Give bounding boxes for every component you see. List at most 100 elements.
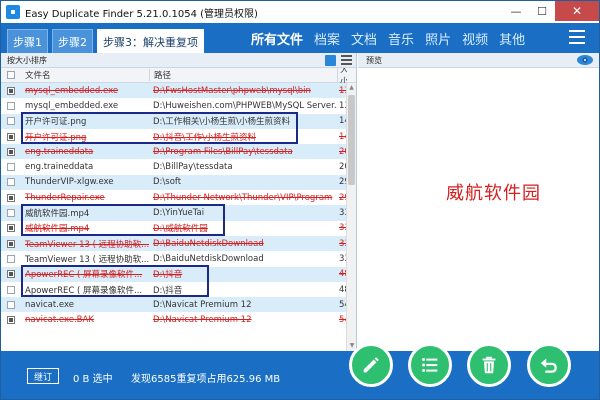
select-all-checkbox[interactable]	[7, 71, 15, 79]
continue-button[interactable]: 继订	[27, 368, 60, 384]
close-button[interactable]: ✕	[555, 1, 599, 21]
row-checkbox[interactable]	[7, 178, 15, 187]
step-1-tab[interactable]: 步骤1	[7, 29, 48, 53]
pencil-icon	[363, 357, 379, 373]
table-row[interactable]: 开户许可证.pngD:\工作相关\小杨生煎\小杨生煎资料14	[1, 113, 347, 129]
row-checkbox[interactable]	[7, 163, 15, 172]
row-file-path: D:\威航软件园	[153, 224, 208, 235]
row-checkbox[interactable]	[7, 316, 15, 325]
table-row[interactable]: 威航软件园.mp4D:\威航软件园33	[1, 221, 347, 236]
row-checkbox[interactable]	[7, 193, 15, 202]
category-photos[interactable]: 照片	[425, 29, 451, 48]
table-row[interactable]: ThunderVIP-xlgw.exeD:\soft29	[1, 174, 347, 191]
table-row[interactable]: navicat.exe.BAKD:\Navicat Premium 1254	[1, 312, 347, 327]
sort-bar: 按大小排序	[1, 53, 356, 68]
table-row[interactable]: 威航软件园.mp4D:\YinYueTai33	[1, 205, 347, 221]
column-path[interactable]: 路径	[149, 69, 337, 81]
undo-button[interactable]	[527, 343, 571, 387]
edit-button[interactable]	[349, 343, 393, 387]
row-file-name: ThunderVIP-xlgw.exe	[25, 177, 114, 188]
category-archives[interactable]: 档案	[314, 29, 340, 48]
main-header: 步骤1 步骤2 步骤3：解决重复项 所有文件 档案 文档 音乐 照片 视频 其他	[1, 23, 599, 53]
row-checkbox[interactable]	[7, 270, 15, 279]
row-checkbox[interactable]	[7, 239, 15, 248]
category-tabs: 所有文件 档案 文档 音乐 照片 视频 其他	[251, 23, 525, 53]
row-file-name: eng.traineddata	[25, 146, 94, 157]
row-file-name: TeamViewer 13 ( 远程协助软...	[25, 239, 149, 250]
row-file-path: D:\抖音\工作\小杨生煎资料	[153, 132, 257, 143]
table-row[interactable]: ApowerREC ( 屏幕录像软件...D:\抖音48	[1, 266, 347, 282]
row-file-name: mysql_embedded.exe	[25, 100, 119, 111]
minimize-button[interactable]: —	[503, 1, 529, 21]
category-videos[interactable]: 视频	[462, 29, 488, 48]
step-2-tab[interactable]: 步骤2	[52, 29, 93, 53]
row-checkbox[interactable]	[7, 117, 15, 126]
results-panel: 按大小排序 文件名 路径 大小 mysql_embedded.exe D:\Fws…	[1, 53, 357, 351]
row-file-path: D:\Thunder Network\Thunder\VIP\Program	[153, 192, 333, 203]
list-view-icon[interactable]	[341, 55, 352, 66]
category-all-files[interactable]: 所有文件	[251, 29, 303, 48]
delete-button[interactable]	[467, 343, 511, 387]
row-checkbox[interactable]	[7, 101, 15, 110]
table-row[interactable]: TeamViewer 13 ( 远程协助软... D:\BaiduNetdiskD…	[1, 235, 347, 252]
row-checkbox[interactable]	[7, 300, 15, 309]
row-file-name: 开户许可证.png	[25, 132, 87, 143]
row-file-path: D:\FwsHostMaster\phpweb\mysql\bin	[153, 85, 311, 96]
row-file-path: D:\抖音	[153, 270, 183, 281]
row-file-path: D:\Navicat Premium 12	[153, 315, 252, 326]
undo-icon	[540, 358, 557, 373]
watermark-text: 威航软件园	[446, 183, 541, 204]
row-file-path: D:\Program Files\BillPay\tessdata	[153, 146, 293, 157]
table-row[interactable]: mysql_embedded.exe D:\Huweishen.com\PHPWE…	[1, 98, 347, 113]
row-checkbox[interactable]	[7, 224, 15, 233]
table-row[interactable]: mysql_embedded.exe D:\FwsHostMaster\phpwe…	[1, 83, 347, 99]
grid-view-icon[interactable]	[325, 55, 336, 66]
table-row[interactable]: navicat.exeD:\Navicat Premium 1254	[1, 297, 347, 313]
row-checkbox[interactable]	[7, 254, 15, 263]
row-file-name: 开户许可证.png	[25, 117, 87, 128]
row-checkbox[interactable]	[7, 285, 15, 294]
column-header: 文件名 路径 大小	[1, 63, 356, 87]
found-summary-text: 发现6585重复项占用625.96 MB	[131, 374, 281, 385]
window-controls: — ☐ ✕	[503, 1, 599, 21]
file-list: mysql_embedded.exe D:\FwsHostMaster\phpwe…	[1, 83, 347, 328]
selected-size-text: 0 B 选中	[73, 374, 113, 385]
table-row[interactable]: 开户许可证.pngD:\抖音\工作\小杨生煎资料14	[1, 129, 347, 144]
row-file-name: mysql_embedded.exe	[25, 85, 119, 96]
column-name[interactable]: 文件名	[21, 69, 149, 81]
scroll-up-arrow[interactable]: ▲	[347, 83, 356, 93]
row-checkbox[interactable]	[7, 132, 15, 141]
row-file-path: D:\BaiduNetdiskDownload	[153, 238, 264, 249]
preview-bar: 预览	[358, 53, 599, 68]
category-other[interactable]: 其他	[499, 29, 525, 48]
maximize-button[interactable]: ☐	[529, 1, 555, 21]
category-documents[interactable]: 文档	[351, 29, 377, 48]
row-file-name: navicat.exe.BAK	[25, 315, 94, 326]
table-row[interactable]: ApowerREC ( 屏幕录像软件...D:\抖音48	[1, 282, 347, 297]
row-file-name: 威航软件园.mp4	[25, 209, 90, 220]
category-music[interactable]: 音乐	[388, 29, 414, 48]
step-3-tab[interactable]: 步骤3：解决重复项	[97, 29, 204, 53]
row-file-name: navicat.exe	[25, 299, 74, 310]
menu-icon[interactable]	[569, 30, 585, 44]
trash-icon	[482, 356, 496, 374]
row-file-name: TeamViewer 13 ( 远程协助软...	[25, 254, 149, 265]
row-file-name: ApowerREC ( 屏幕录像软件...	[25, 270, 143, 281]
step-tabs: 步骤1 步骤2 步骤3：解决重复项	[7, 29, 204, 53]
table-row[interactable]: TeamViewer 13 ( 远程协助软... D:\BaiduNetdiskD…	[1, 251, 347, 266]
table-row[interactable]: ThunderRepair.exe D:\Thunder Network\Thun…	[1, 190, 347, 205]
scroll-thumb[interactable]	[348, 95, 355, 185]
list-action-button[interactable]	[408, 343, 452, 387]
eye-icon[interactable]	[577, 55, 593, 65]
sort-label[interactable]: 按大小排序	[7, 55, 47, 66]
table-row[interactable]: eng.traineddataD:\BillPay\tessdata20	[1, 159, 347, 174]
row-checkbox[interactable]	[7, 209, 15, 218]
title-bar: Easy Duplicate Finder 5.21.0.1054 (管理员权限…	[1, 1, 599, 23]
app-window: Easy Duplicate Finder 5.21.0.1054 (管理员权限…	[0, 0, 600, 400]
list-scrollbar[interactable]: ▲ ▼	[346, 83, 356, 351]
window-title: Easy Duplicate Finder 5.21.0.1054 (管理员权限…	[25, 8, 258, 20]
table-row[interactable]: eng.traineddata D:\Program Files\BillPay\…	[1, 144, 347, 160]
row-file-path: D:\工作相关\小杨生煎\小杨生煎资料	[153, 117, 291, 128]
row-checkbox[interactable]	[7, 86, 15, 95]
row-checkbox[interactable]	[7, 147, 15, 156]
